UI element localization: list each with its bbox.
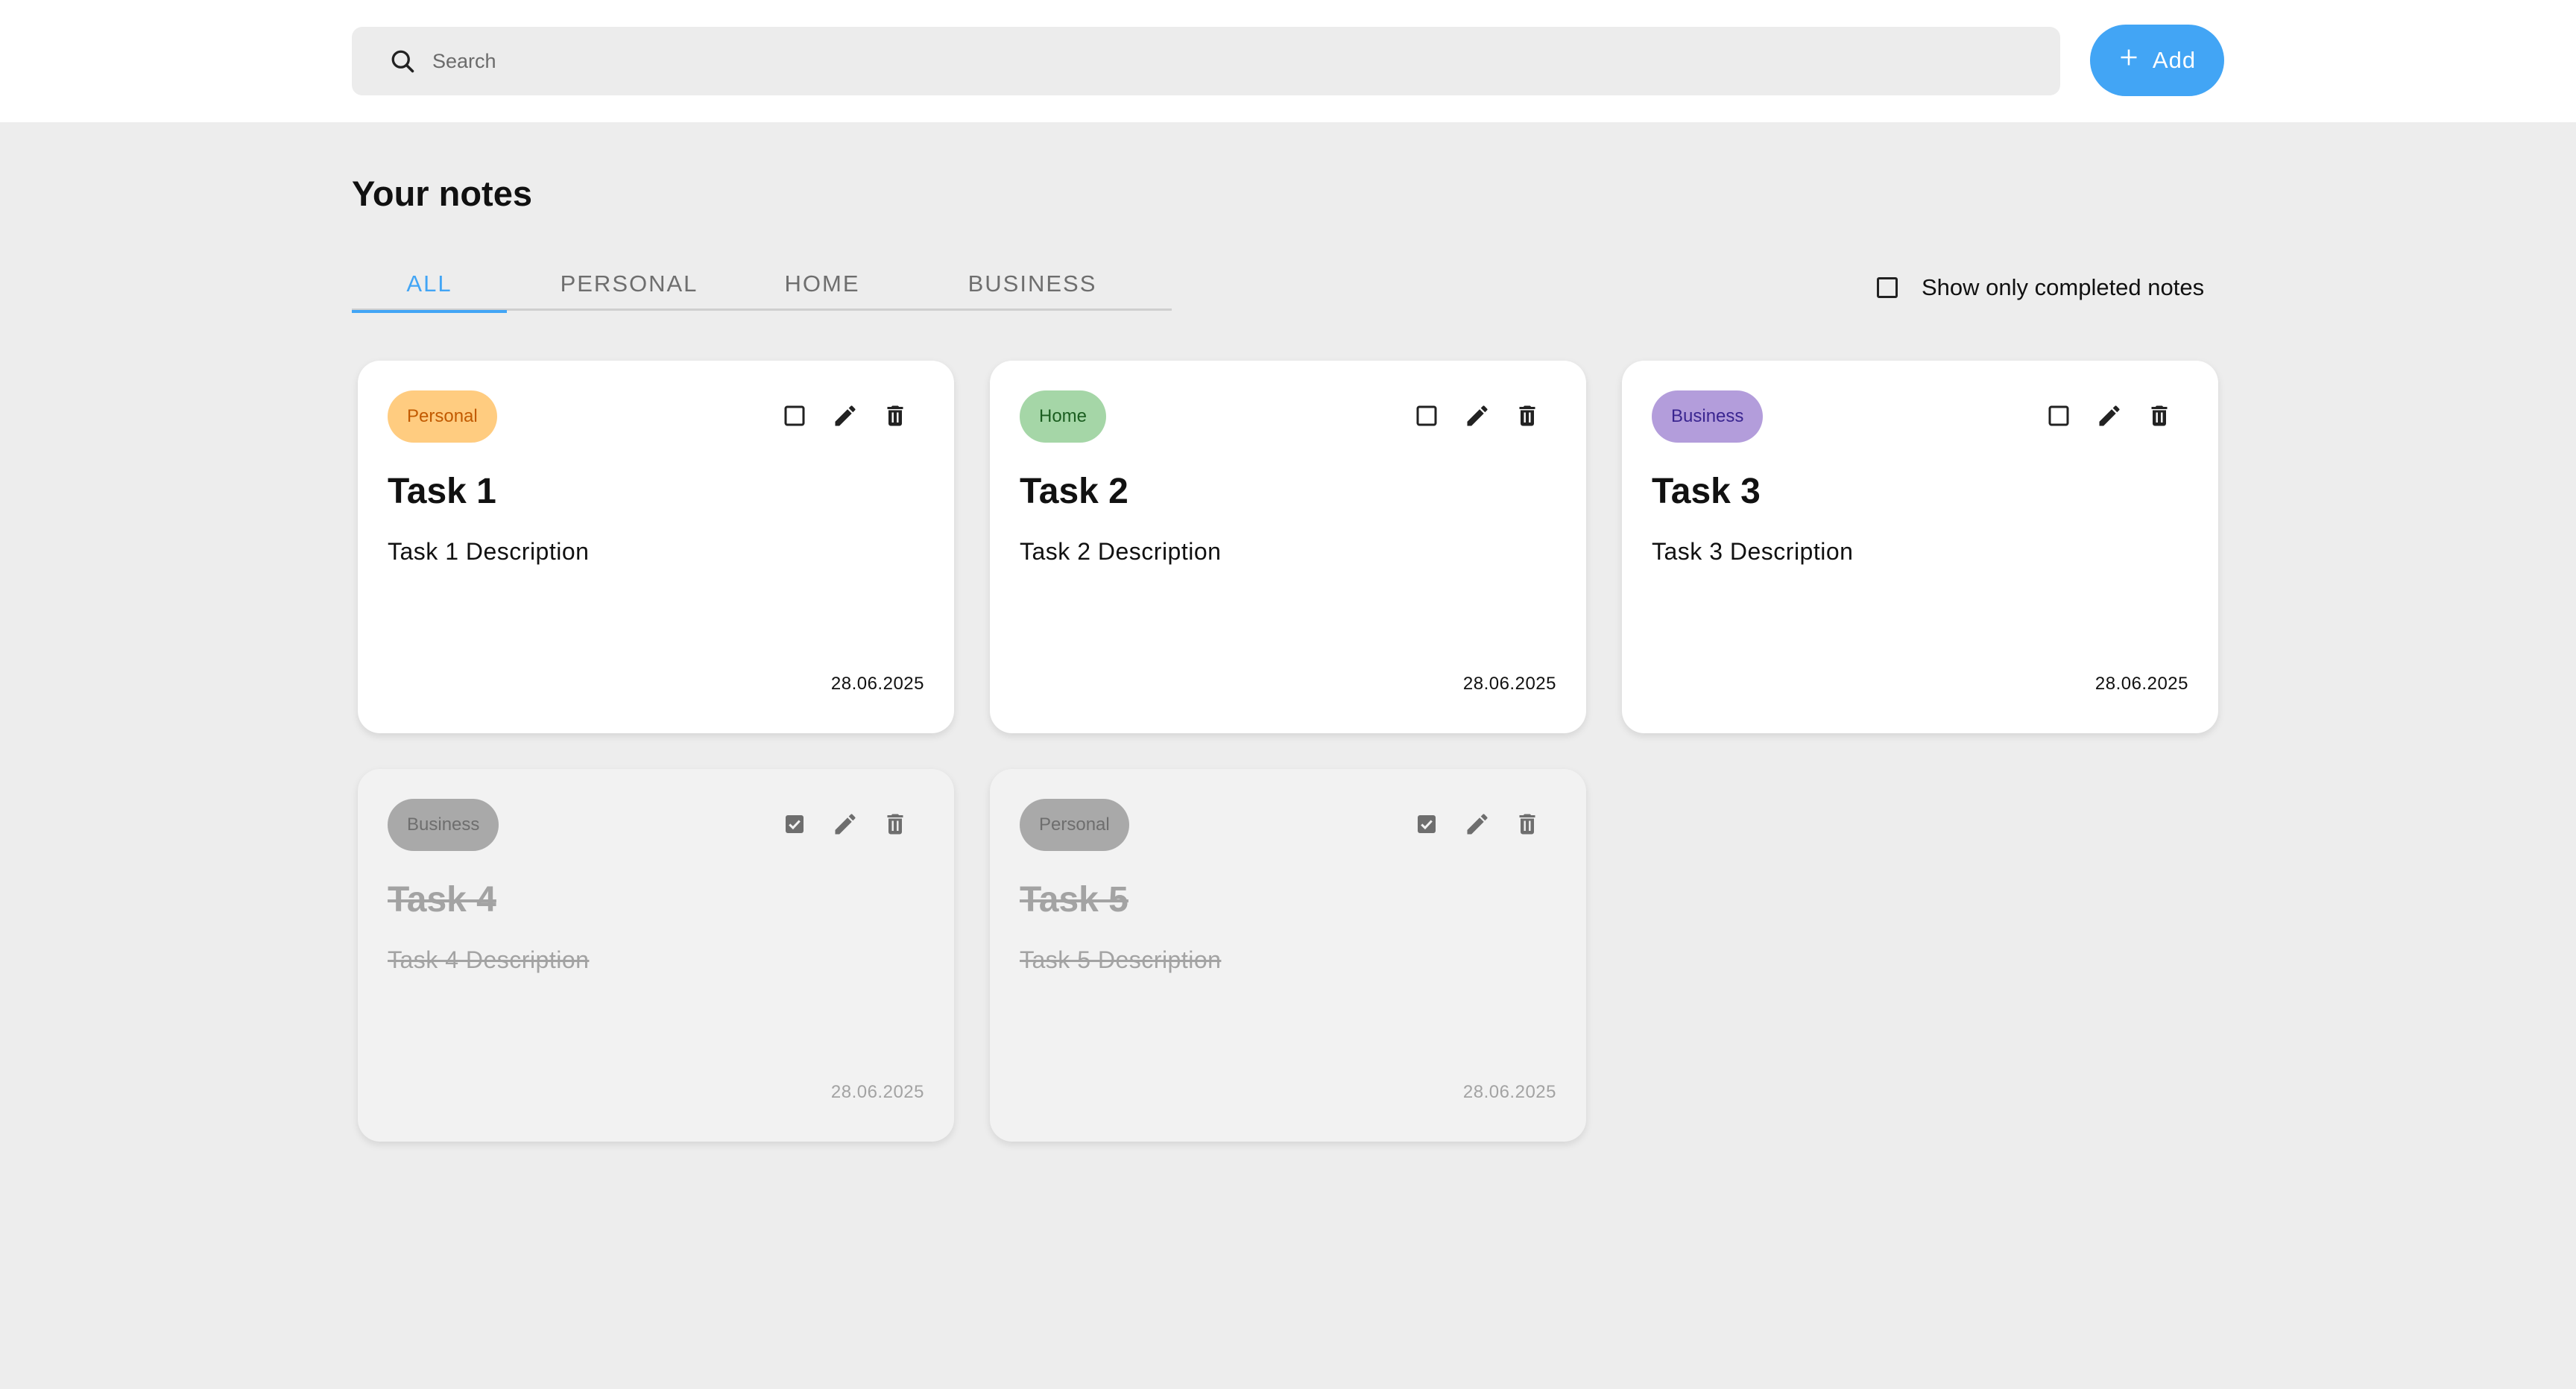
note-title: Task 3 (1652, 472, 1761, 511)
top-bar: Add (0, 0, 2576, 122)
tab-business[interactable]: BUSINESS (893, 257, 1172, 311)
note-description: Task 4 Description (388, 946, 590, 973)
search-input[interactable] (432, 27, 2035, 95)
tab-personal[interactable]: PERSONAL (507, 257, 751, 311)
trash-icon[interactable] (882, 402, 909, 429)
trash-icon[interactable] (2146, 402, 2173, 429)
add-button-label: Add (2152, 47, 2197, 73)
category-badge: Home (1020, 390, 1107, 443)
note-title: Task 2 (1020, 472, 1128, 511)
note-card-completed: Personal Task 5 Task 5 Description 28.06… (990, 769, 1586, 1142)
category-badge: Personal (388, 390, 497, 443)
note-description: Task 1 Description (388, 538, 590, 565)
checkbox-empty-icon[interactable] (1877, 277, 1898, 298)
tab-home[interactable]: HOME (751, 257, 893, 311)
pencil-icon[interactable] (832, 402, 859, 429)
note-title: Task 4 (388, 880, 496, 920)
note-card-completed: Business Task 4 Task 4 Description 28.06… (358, 769, 954, 1142)
search-icon (389, 48, 416, 75)
add-button[interactable]: Add (2090, 25, 2224, 96)
category-tabs: ALL PERSONAL HOME BUSINESS (352, 257, 1172, 313)
trash-icon[interactable] (1514, 811, 1541, 838)
plus-icon (2118, 47, 2139, 74)
note-date: 28.06.2025 (2094, 674, 2188, 694)
note-date: 28.06.2025 (1462, 1082, 1556, 1102)
trash-icon[interactable] (1514, 402, 1541, 429)
note-card: Business Task 3 Task 3 Description 28.06… (1622, 361, 2218, 733)
tab-all[interactable]: ALL (352, 257, 507, 313)
note-title: Task 1 (388, 472, 496, 511)
checkbox-empty-icon[interactable] (781, 402, 808, 429)
completed-filter-label: Show only completed notes (1922, 274, 2205, 300)
note-description: Task 5 Description (1020, 946, 1222, 973)
note-description: Task 2 Description (1020, 538, 1222, 565)
category-badge: Business (388, 799, 499, 851)
note-date: 28.06.2025 (830, 1082, 924, 1102)
completed-filter[interactable]: Show only completed notes (1877, 270, 2204, 306)
search-bar[interactable] (352, 27, 2060, 95)
note-description: Task 3 Description (1652, 538, 1854, 565)
page-title: Your notes (352, 174, 532, 213)
category-badge: Business (1652, 390, 1764, 443)
pencil-icon[interactable] (1464, 811, 1491, 838)
pencil-icon[interactable] (832, 811, 859, 838)
note-title: Task 5 (1020, 880, 1128, 920)
checkbox-checked-icon[interactable] (781, 811, 808, 838)
trash-icon[interactable] (882, 811, 909, 838)
checkbox-checked-icon[interactable] (1413, 811, 1440, 838)
note-card: Personal Task 1 Task 1 Description 28.06… (358, 361, 954, 733)
note-card: Home Task 2 Task 2 Description 28.06.202… (990, 361, 1586, 733)
category-badge: Personal (1020, 799, 1129, 851)
checkbox-empty-icon[interactable] (1413, 402, 1440, 429)
pencil-icon[interactable] (2096, 402, 2123, 429)
checkbox-empty-icon[interactable] (2045, 402, 2072, 429)
note-date: 28.06.2025 (1462, 674, 1556, 694)
note-date: 28.06.2025 (830, 674, 924, 694)
pencil-icon[interactable] (1464, 402, 1491, 429)
